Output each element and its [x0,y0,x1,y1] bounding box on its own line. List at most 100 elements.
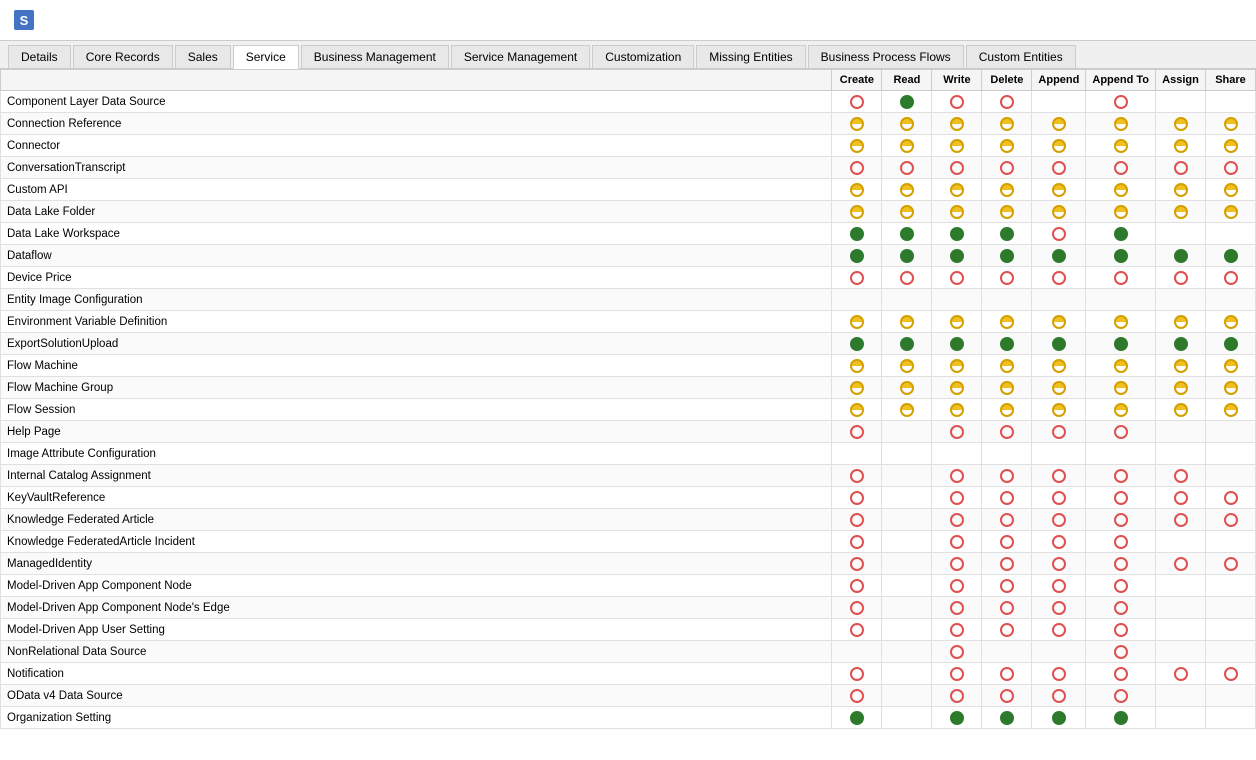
permission-cell[interactable] [1156,619,1206,641]
permission-cell[interactable] [1032,223,1086,245]
permission-cell[interactable] [1086,377,1156,399]
permission-cell[interactable] [982,223,1032,245]
permission-cell[interactable] [982,443,1032,465]
permission-cell[interactable] [1086,91,1156,113]
permission-cell[interactable] [1032,377,1086,399]
permission-cell[interactable] [832,685,882,707]
permission-cell[interactable] [982,685,1032,707]
permission-cell[interactable] [1156,663,1206,685]
permission-cell[interactable] [932,289,982,311]
permission-cell[interactable] [882,267,932,289]
tab-details[interactable]: Details [8,45,71,68]
tab-sales[interactable]: Sales [175,45,231,68]
permission-cell[interactable] [982,465,1032,487]
permission-cell[interactable] [932,509,982,531]
permission-cell[interactable] [832,157,882,179]
permission-cell[interactable] [1086,487,1156,509]
permission-cell[interactable] [882,113,932,135]
permission-cell[interactable] [882,443,932,465]
permission-cell[interactable] [882,333,932,355]
permission-cell[interactable] [882,685,932,707]
permission-cell[interactable] [832,487,882,509]
permission-cell[interactable] [1156,399,1206,421]
permission-cell[interactable] [982,575,1032,597]
permission-cell[interactable] [932,619,982,641]
permission-cell[interactable] [832,553,882,575]
permission-cell[interactable] [1086,575,1156,597]
permission-cell[interactable] [982,597,1032,619]
permission-cell[interactable] [982,135,1032,157]
permission-cell[interactable] [832,443,882,465]
permission-cell[interactable] [832,377,882,399]
permission-cell[interactable] [1086,245,1156,267]
permission-cell[interactable] [832,465,882,487]
permission-cell[interactable] [982,179,1032,201]
permission-cell[interactable] [1156,443,1206,465]
permission-cell[interactable] [882,575,932,597]
permission-cell[interactable] [982,157,1032,179]
permission-cell[interactable] [1032,685,1086,707]
tab-service-management[interactable]: Service Management [451,45,590,68]
permission-cell[interactable] [1032,597,1086,619]
permission-cell[interactable] [932,333,982,355]
permission-cell[interactable] [932,91,982,113]
permission-cell[interactable] [1086,685,1156,707]
permission-cell[interactable] [982,641,1032,663]
permission-cell[interactable] [932,465,982,487]
permission-cell[interactable] [1156,355,1206,377]
permission-cell[interactable] [932,157,982,179]
permission-cell[interactable] [1032,575,1086,597]
permission-cell[interactable] [982,487,1032,509]
permission-cell[interactable] [982,421,1032,443]
tab-customization[interactable]: Customization [592,45,694,68]
permission-cell[interactable] [1032,443,1086,465]
permission-cell[interactable] [1156,377,1206,399]
permission-cell[interactable] [982,311,1032,333]
permission-cell[interactable] [882,487,932,509]
permission-cell[interactable] [932,179,982,201]
permission-cell[interactable] [1032,135,1086,157]
permission-cell[interactable] [982,289,1032,311]
permission-cell[interactable] [882,619,932,641]
permission-cell[interactable] [1086,311,1156,333]
permission-cell[interactable] [1156,421,1206,443]
permission-cell[interactable] [832,311,882,333]
permission-cell[interactable] [1086,113,1156,135]
permission-cell[interactable] [882,553,932,575]
permission-cell[interactable] [832,223,882,245]
permission-cell[interactable] [1156,509,1206,531]
permission-cell[interactable] [1086,179,1156,201]
permission-cell[interactable] [1206,707,1256,729]
permission-cell[interactable] [1086,399,1156,421]
permission-cell[interactable] [932,399,982,421]
permission-cell[interactable] [1156,311,1206,333]
tab-service[interactable]: Service [233,45,299,69]
permission-cell[interactable] [882,399,932,421]
permission-cell[interactable] [882,531,932,553]
permission-cell[interactable] [1206,443,1256,465]
permission-cell[interactable] [1032,311,1086,333]
permission-cell[interactable] [1156,487,1206,509]
permission-cell[interactable] [832,399,882,421]
permission-cell[interactable] [882,355,932,377]
permission-cell[interactable] [1206,465,1256,487]
permission-cell[interactable] [1206,399,1256,421]
permission-cell[interactable] [982,553,1032,575]
permission-cell[interactable] [1032,421,1086,443]
permission-cell[interactable] [982,531,1032,553]
permission-cell[interactable] [1032,399,1086,421]
permission-cell[interactable] [1032,245,1086,267]
permission-cell[interactable] [1032,267,1086,289]
permission-cell[interactable] [932,597,982,619]
permission-cell[interactable] [932,487,982,509]
tab-business-process-flows[interactable]: Business Process Flows [808,45,964,68]
permission-cell[interactable] [932,311,982,333]
permission-cell[interactable] [882,223,932,245]
permission-cell[interactable] [1032,619,1086,641]
permission-cell[interactable] [1206,201,1256,223]
permission-cell[interactable] [1206,157,1256,179]
permission-cell[interactable] [1156,685,1206,707]
permission-cell[interactable] [932,575,982,597]
permission-cell[interactable] [1032,113,1086,135]
permission-cell[interactable] [932,641,982,663]
